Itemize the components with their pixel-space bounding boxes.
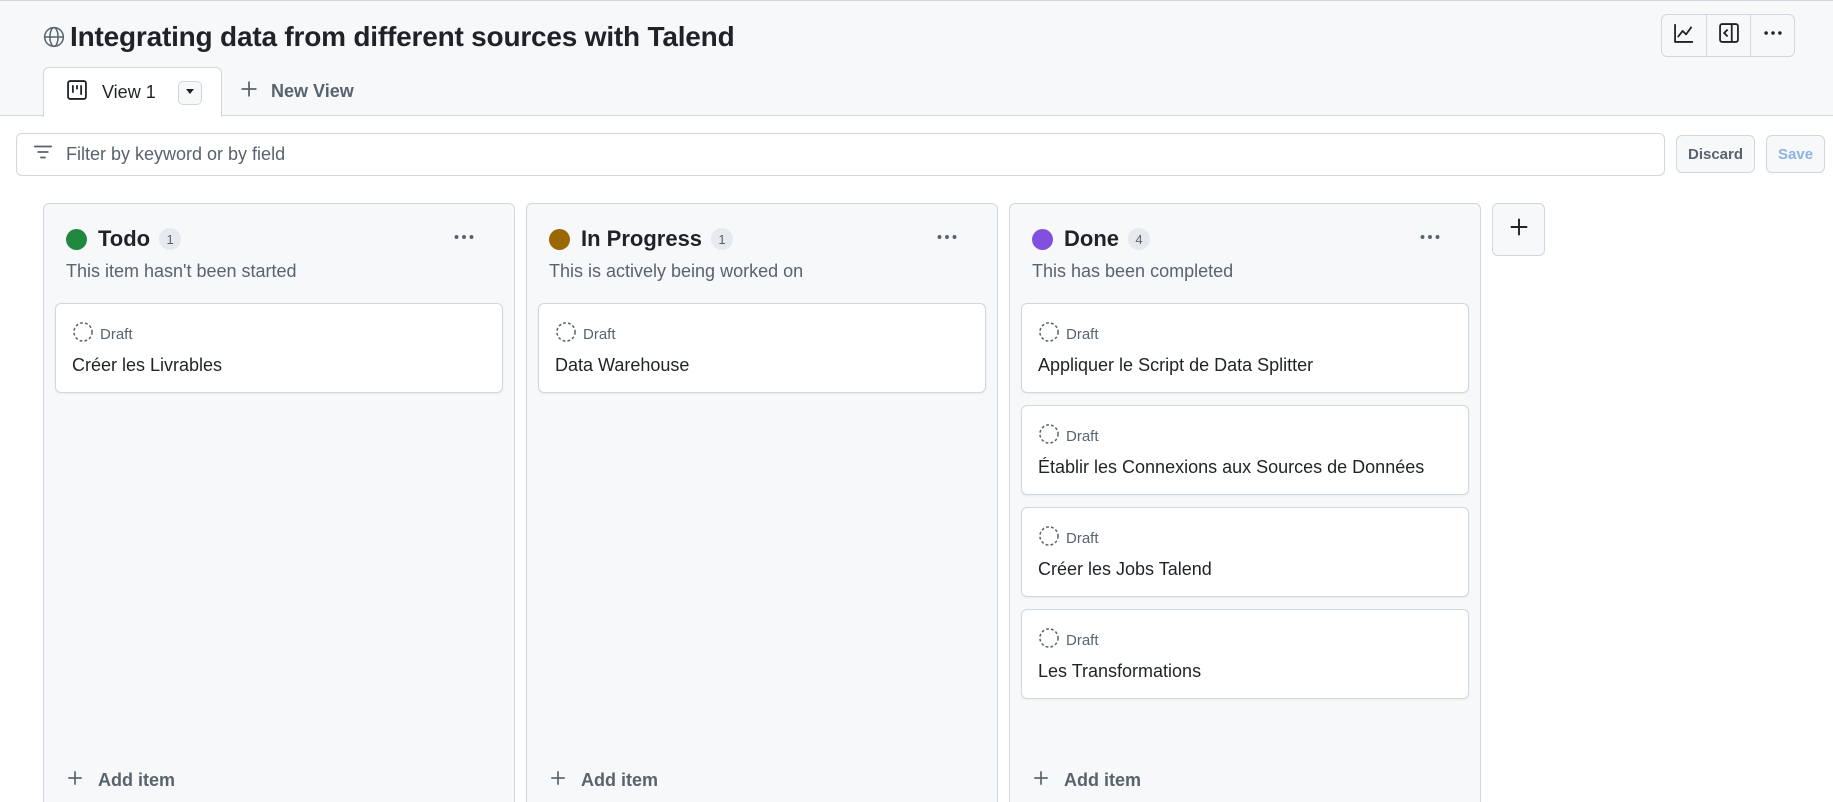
- project-title-row: Integrating data from different sources …: [42, 19, 735, 55]
- card-title[interactable]: Établir les Connexions aux Sources de Do…: [1038, 457, 1424, 478]
- column-name: In Progress: [581, 226, 703, 251]
- card-status-label: Draft: [1066, 530, 1099, 547]
- column-done: Done 4 This has been completed Draft App…: [1009, 203, 1481, 802]
- column-todo: Todo 1 This item hasn't been started Dra…: [43, 203, 515, 802]
- add-item-label: Add item: [581, 770, 659, 790]
- add-item-button[interactable]: Add item: [1032, 769, 1141, 792]
- column-description: This has been completed: [1032, 261, 1234, 281]
- card-title[interactable]: Créer les Jobs Talend: [1038, 559, 1212, 580]
- kebab-icon: [1762, 22, 1784, 49]
- column-menu-button[interactable]: [927, 224, 967, 254]
- draft-icon: [1038, 627, 1060, 654]
- column-name: Done: [1064, 226, 1119, 251]
- more-options-button[interactable]: [1750, 15, 1794, 56]
- add-column-button[interactable]: [1492, 203, 1545, 256]
- card-status: Draft: [1038, 321, 1099, 348]
- column-menu-button[interactable]: [444, 224, 484, 254]
- card-status-label: Draft: [1066, 326, 1099, 343]
- card-title[interactable]: Data Warehouse: [555, 355, 689, 376]
- column-description: This item hasn't been started: [66, 261, 297, 281]
- plus-icon: [239, 79, 259, 104]
- card[interactable]: Draft Appliquer le Script de Data Splitt…: [1021, 303, 1469, 393]
- draft-icon: [1038, 321, 1060, 348]
- card-status-label: Draft: [583, 326, 616, 343]
- column-count-badge: 4: [1128, 228, 1150, 250]
- card-status: Draft: [72, 321, 133, 348]
- filter-input[interactable]: [66, 144, 1566, 165]
- card-status-label: Draft: [100, 326, 133, 343]
- draft-icon: [555, 321, 577, 348]
- column-header: Todo 1: [66, 224, 492, 254]
- card-list: Draft Appliquer le Script de Data Splitt…: [1021, 303, 1469, 699]
- new-view-button[interactable]: New View: [43, 67, 354, 116]
- side-panel-button[interactable]: [1706, 15, 1750, 56]
- card-list: Draft Data Warehouse: [538, 303, 986, 393]
- draft-icon: [1038, 525, 1060, 552]
- filter-field[interactable]: [16, 133, 1665, 176]
- insights-icon: [1673, 22, 1695, 49]
- card-status: Draft: [1038, 627, 1099, 654]
- card[interactable]: Draft Créer les Jobs Talend: [1021, 507, 1469, 597]
- card-status-label: Draft: [1066, 632, 1099, 649]
- card[interactable]: Draft Créer les Livrables: [55, 303, 503, 393]
- draft-icon: [72, 321, 94, 348]
- save-button[interactable]: Save: [1766, 135, 1826, 173]
- insights-button[interactable]: [1662, 15, 1706, 56]
- kebab-icon: [452, 225, 476, 254]
- column-in-progress: In Progress 1 This is actively being wor…: [526, 203, 998, 802]
- status-dot-icon: [1032, 228, 1053, 250]
- board: Todo 1 This item hasn't been started Dra…: [43, 203, 1545, 802]
- card-title[interactable]: Appliquer le Script de Data Splitter: [1038, 355, 1313, 376]
- card-status: Draft: [1038, 423, 1099, 450]
- card-status: Draft: [1038, 525, 1099, 552]
- globe-icon: [42, 25, 66, 49]
- column-description: This is actively being worked on: [549, 261, 804, 281]
- add-item-button[interactable]: Add item: [549, 769, 658, 792]
- column-count-badge: 1: [159, 228, 182, 250]
- status-dot-icon: [66, 228, 87, 250]
- draft-icon: [1038, 423, 1060, 450]
- kebab-icon: [935, 225, 959, 254]
- plus-icon: [549, 769, 567, 792]
- project-header: Integrating data from different sources …: [0, 1, 1833, 117]
- column-count-badge: 1: [711, 228, 734, 250]
- card-status-label: Draft: [1066, 428, 1099, 445]
- plus-icon: [1032, 769, 1050, 792]
- discard-button[interactable]: Discard: [1676, 135, 1756, 173]
- filter-bar: Discard Save: [16, 133, 1826, 176]
- add-item-label: Add item: [1064, 770, 1142, 790]
- column-name: Todo: [98, 226, 151, 251]
- card-title[interactable]: Les Transformations: [1038, 661, 1201, 682]
- kebab-icon: [1418, 225, 1442, 254]
- project-title: Integrating data from different sources …: [70, 21, 735, 52]
- plus-icon: [66, 769, 84, 792]
- card-list: Draft Créer les Livrables: [55, 303, 503, 393]
- filter-icon: [32, 141, 54, 168]
- card[interactable]: Draft Établir les Connexions aux Sources…: [1021, 405, 1469, 495]
- add-item-label: Add item: [98, 770, 176, 790]
- plus-icon: [1508, 216, 1530, 243]
- column-menu-button[interactable]: [1410, 224, 1450, 254]
- side-panel-icon: [1718, 22, 1740, 49]
- column-header: In Progress 1: [549, 224, 975, 254]
- add-item-button[interactable]: Add item: [66, 769, 175, 792]
- new-view-label: New View: [271, 81, 354, 101]
- status-dot-icon: [549, 228, 570, 250]
- card-status: Draft: [555, 321, 616, 348]
- card-title[interactable]: Créer les Livrables: [72, 355, 222, 376]
- card[interactable]: Draft Les Transformations: [1021, 609, 1469, 699]
- column-header: Done 4: [1032, 224, 1458, 254]
- project-toolbar: [1661, 14, 1795, 57]
- card[interactable]: Draft Data Warehouse: [538, 303, 986, 393]
